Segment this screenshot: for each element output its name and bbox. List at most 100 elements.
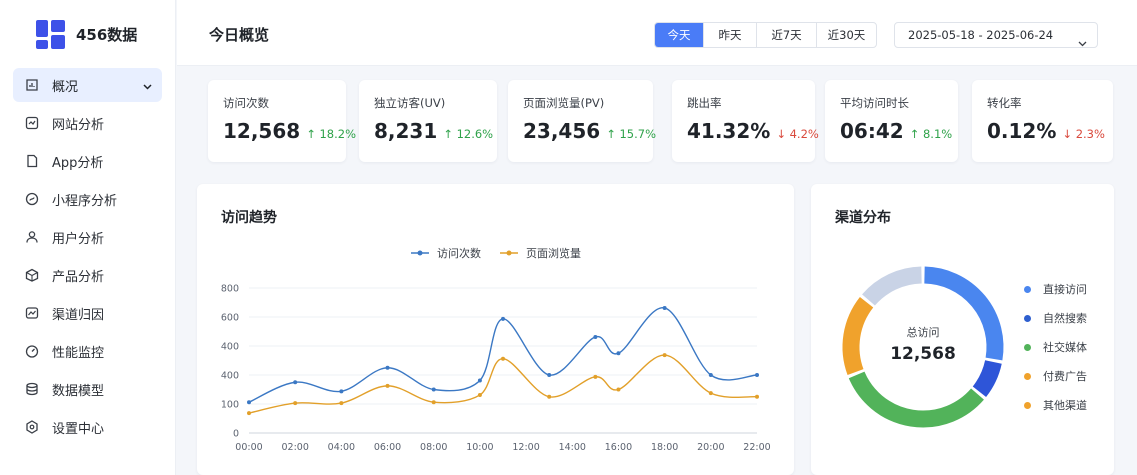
channel-legend-item[interactable]: 社交媒体 — [1024, 339, 1087, 355]
x-tick-label: 08:00 — [420, 442, 447, 453]
legend-dot-icon — [1024, 343, 1031, 351]
date-range-tabs: 今天 昨天 近7天 近30天 — [654, 22, 877, 48]
sidebar-item[interactable]: 性能监控 — [13, 334, 162, 368]
data-point — [708, 391, 713, 396]
data-point — [247, 400, 251, 405]
brand-name: 456数据 — [76, 26, 138, 44]
y-tick-label: 100 — [221, 400, 239, 411]
brand-logo[interactable]: 456数据 — [36, 20, 137, 49]
kpi-label: 跳出率 — [687, 96, 722, 110]
kpi-delta: ↓ 2.3% — [1062, 127, 1105, 141]
x-tick-label: 06:00 — [374, 442, 401, 453]
kpi-value: 23,456 — [523, 119, 601, 143]
data-point — [547, 394, 552, 399]
data-point — [662, 353, 667, 358]
x-tick-label: 12:00 — [512, 442, 539, 453]
kpi-delta-value: 12.6% — [456, 127, 494, 141]
legend-dot-icon — [1024, 372, 1031, 380]
channel-legend-label: 其他渠道 — [1043, 399, 1087, 412]
channel-legend-label: 直接访问 — [1043, 283, 1087, 296]
data-point — [708, 373, 713, 377]
y-tick-label: 600 — [221, 313, 239, 324]
kpi-card: 平均访问时长 06:42 ↑ 8.1% — [825, 80, 958, 162]
sidebar-item[interactable]: 小程序分析 — [13, 182, 162, 216]
kpi-value: 0.12% — [987, 119, 1057, 143]
channel-legend-item[interactable]: 直接访问 — [1024, 281, 1087, 297]
sidebar-item[interactable]: 渠道归因 — [13, 296, 162, 330]
sidebar-item-label: 用户分析 — [52, 231, 105, 247]
sidebar-item[interactable]: 概况 — [13, 68, 162, 102]
kpi-card: 独立访客(UV) 8,231 ↑ 12.6% — [359, 80, 497, 162]
kpi-card: 页面浏览量(PV) 23,456 ↑ 15.7% — [508, 80, 656, 162]
range-tab[interactable]: 近7天 — [756, 23, 816, 47]
kpi-delta-value: 4.2% — [789, 127, 819, 141]
data-point — [477, 392, 482, 397]
arrow-down-icon: ↓ — [776, 127, 786, 141]
range-tab[interactable]: 昨天 — [703, 23, 756, 47]
sidebar-item-label: 概况 — [52, 79, 79, 95]
arrow-up-icon: ↑ — [606, 127, 616, 141]
performance-icon — [24, 343, 40, 359]
sidebar-item[interactable]: 用户分析 — [13, 220, 162, 254]
sidebar-item[interactable]: 产品分析 — [13, 258, 162, 292]
sidebar-item[interactable]: 数据模型 — [13, 372, 162, 406]
kpi-card: 转化率 0.12% ↓ 2.3% — [972, 80, 1113, 162]
channel-legend-label: 自然搜索 — [1043, 312, 1087, 325]
kpi-value: 41.32% — [687, 119, 771, 143]
x-tick-label: 22:00 — [743, 442, 770, 453]
data-point — [293, 401, 298, 406]
data-point — [431, 400, 436, 405]
sidebar-item-label: 性能监控 — [52, 345, 105, 361]
donut-center-label: 总访问 — [906, 326, 940, 339]
donut-slice[interactable] — [862, 266, 923, 306]
channel-legend-item[interactable]: 付费广告 — [1024, 368, 1087, 384]
data-point — [662, 305, 667, 310]
sidebar-nav: 概况网站分析 App分析小程序分析用户分析产品分析渠道归因性能监控数据模型设置中心 — [13, 68, 162, 448]
data-point — [501, 356, 505, 361]
app-icon — [24, 153, 40, 169]
data-point — [593, 374, 598, 379]
legend-dot-icon — [1024, 401, 1031, 409]
channel-legend-item[interactable]: 其他渠道 — [1024, 397, 1087, 413]
x-tick-label: 20:00 — [697, 442, 724, 453]
donut-center: 总访问 12,568 — [863, 324, 983, 364]
y-tick-label: 400 — [221, 371, 239, 382]
range-tab[interactable]: 今天 — [655, 23, 703, 47]
data-point — [593, 334, 598, 339]
data-point — [547, 373, 552, 377]
data-point — [385, 383, 390, 388]
kpi-value: 06:42 — [840, 119, 904, 143]
overview-icon — [24, 77, 40, 93]
donut-slice[interactable] — [848, 371, 984, 428]
channel-panel: 渠道分布 总访问 12,568 直接访问 自然搜索 社交媒体 付费广告 其他渠道 — [811, 184, 1114, 475]
sidebar-item[interactable]: 网站分析 — [13, 106, 162, 140]
x-tick-label: 18:00 — [651, 442, 678, 453]
channel-legend-item[interactable]: 自然搜索 — [1024, 310, 1087, 326]
database-icon — [24, 381, 40, 397]
series-line — [248, 307, 758, 403]
data-point — [616, 351, 621, 356]
kpi-label: 页面浏览量(PV) — [523, 96, 605, 110]
x-tick-label: 14:00 — [559, 442, 586, 453]
range-tab[interactable]: 近30天 — [816, 23, 876, 47]
kpi-label: 独立访客(UV) — [374, 96, 446, 110]
sidebar-item[interactable]: 设置中心 — [13, 410, 162, 444]
sidebar-item[interactable]: App分析 — [13, 144, 162, 178]
kpi-value: 8,231 — [374, 119, 438, 143]
sidebar-item-label: 网站分析 — [52, 117, 105, 133]
sidebar-item-label: 设置中心 — [52, 421, 105, 437]
data-point — [501, 316, 505, 321]
date-range-value: 2025-05-18 - 2025-06-24 — [908, 28, 1054, 42]
data-point — [477, 378, 482, 383]
trend-chart: 0 100 400 400 600 800 00:00 02:00 04:00 06:00 08:0… — [221, 284, 771, 454]
donut-slice[interactable] — [972, 359, 1002, 398]
arrow-up-icon: ↑ — [443, 127, 453, 141]
chevron-down-icon — [143, 79, 152, 94]
channel-legend-label: 付费广告 — [1043, 370, 1087, 383]
arrow-up-icon: ↑ — [909, 127, 920, 141]
date-range-picker[interactable]: 2025-05-18 - 2025-06-24 — [894, 22, 1098, 48]
channel-legend-label: 社交媒体 — [1043, 341, 1087, 354]
top-header: 今日概览 今天 昨天 近7天 近30天 2025-05-18 - 2025-06-24 — [177, 0, 1137, 66]
kpi-delta-value: 18.2% — [319, 127, 357, 141]
x-tick-label: 16:00 — [605, 442, 632, 453]
